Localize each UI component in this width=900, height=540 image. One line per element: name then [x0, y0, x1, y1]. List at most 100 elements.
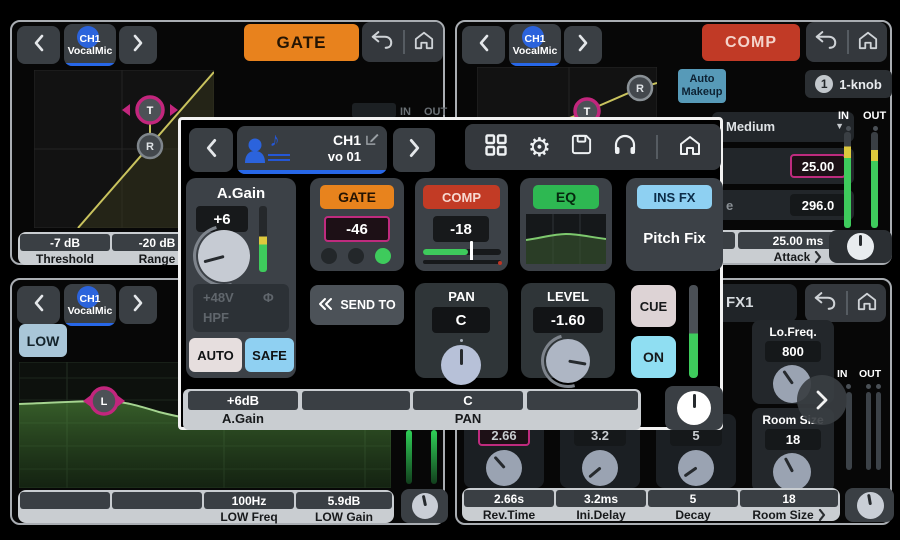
prev-channel-button[interactable]	[462, 26, 505, 64]
pan-readout[interactable]: C	[413, 391, 523, 410]
threshold-handle[interactable]: T	[137, 97, 163, 123]
send-to-button[interactable]: SEND TO	[310, 285, 404, 325]
phase-icon[interactable]: Φ	[263, 290, 274, 305]
chevron-right-icon	[818, 509, 826, 521]
svg-text:T: T	[147, 105, 154, 117]
eq-button[interactable]: EQ	[533, 185, 599, 209]
chevron-left-icon	[205, 138, 218, 163]
level-knob[interactable]	[546, 339, 590, 383]
save-icon[interactable]	[570, 133, 593, 161]
gate-on-button[interactable]: GATE	[244, 24, 359, 61]
next-channel-button[interactable]	[564, 26, 602, 64]
level-value[interactable]: -1.60	[533, 307, 603, 333]
low-freq-value[interactable]: 100Hz	[204, 492, 294, 509]
eq-band-low-button[interactable]: LOW	[19, 324, 67, 357]
chevron-left-icon	[33, 294, 45, 317]
eq-low-handle[interactable]: L	[91, 388, 117, 414]
pan-center-dot	[460, 339, 463, 342]
comp-button[interactable]: COMP	[423, 185, 500, 209]
again-knob[interactable]	[198, 230, 250, 282]
touch-knob-button[interactable]	[401, 489, 448, 523]
comp-param1-value[interactable]: 25.00	[790, 154, 846, 178]
staff-line-icon	[268, 159, 290, 161]
one-knob-badge-icon: 1	[815, 75, 833, 93]
home-icon[interactable]	[678, 134, 702, 161]
readout-4[interactable]	[527, 391, 638, 410]
gate-button[interactable]: GATE	[320, 185, 394, 209]
channel-subname: VocalMic	[68, 305, 113, 317]
undo-icon[interactable]	[813, 290, 837, 316]
channel-select-button[interactable]: CH1 VocalMic	[64, 284, 116, 326]
prev-channel-button[interactable]	[17, 286, 60, 324]
next-page-button[interactable]	[797, 375, 847, 425]
auto-gain-button[interactable]: AUTO	[189, 338, 242, 372]
next-channel-button[interactable]	[119, 26, 157, 64]
prev-channel-button[interactable]	[17, 26, 60, 64]
comp-type-dropdown[interactable]: Medium ▼	[712, 112, 854, 142]
lofreq-value[interactable]: 800	[765, 341, 821, 362]
pan-knob[interactable]	[441, 345, 481, 385]
comp-slider-track[interactable]	[423, 249, 501, 255]
hpf-button[interactable]: HPF	[203, 310, 229, 325]
divider	[656, 135, 658, 159]
again-label: A.Gain	[186, 185, 296, 202]
revtime-knob[interactable]	[486, 450, 522, 486]
param2-value[interactable]	[112, 492, 202, 509]
touch-knob-button[interactable]	[845, 488, 894, 522]
roomsize-value[interactable]: 18	[765, 429, 821, 450]
nav-group	[806, 22, 887, 62]
roomsize-readout[interactable]: 18	[740, 490, 838, 507]
inidelay-readout[interactable]: 3.2ms	[556, 490, 646, 507]
param1-value[interactable]	[20, 492, 110, 509]
pan-value[interactable]: C	[432, 307, 490, 333]
decay-readout[interactable]: 5	[648, 490, 738, 507]
comp-ratio-handle[interactable]: R	[628, 76, 652, 100]
again-readout[interactable]: +6dB	[188, 391, 298, 410]
home-icon[interactable]	[857, 30, 879, 55]
touch-knob-button[interactable]	[829, 230, 892, 263]
gear-icon[interactable]: ⚙	[528, 134, 551, 160]
edit-icon[interactable]	[366, 132, 379, 150]
decay-knob[interactable]	[678, 450, 714, 486]
insfx-button[interactable]: INS FX	[637, 185, 712, 209]
readout-2[interactable]	[302, 391, 410, 410]
undo-icon[interactable]	[814, 29, 838, 55]
channel-select-button[interactable]: CH1 VocalMic	[64, 24, 116, 66]
channel-name: CH1	[79, 33, 100, 45]
comp-red-dot	[498, 261, 502, 265]
touch-knob-button[interactable]	[665, 386, 723, 430]
comp-param2-value[interactable]: 296.0	[790, 194, 846, 216]
next-channel-button[interactable]	[393, 128, 435, 172]
prev-channel-button[interactable]	[189, 128, 233, 172]
range-handle[interactable]: R	[138, 134, 162, 158]
comp-on-button[interactable]: COMP	[702, 24, 800, 61]
auto-makeup-button[interactable]: Auto Makeup	[678, 69, 726, 103]
undo-icon[interactable]	[370, 29, 394, 55]
channel-select-button[interactable]: CH1 VocalMic	[509, 24, 561, 66]
headphones-icon[interactable]	[613, 133, 637, 161]
chevron-right-icon	[814, 251, 822, 263]
channel-name-button[interactable]: ♪ CH1 vo 01	[237, 126, 387, 174]
safe-button[interactable]: SAFE	[245, 338, 294, 372]
home-icon[interactable]	[413, 30, 435, 55]
on-button[interactable]: ON	[631, 336, 676, 378]
roomsize-knob[interactable]	[773, 453, 811, 491]
inidelay-knob[interactable]	[582, 450, 618, 486]
threshold-value[interactable]: -7 dB	[20, 234, 110, 251]
grid-view-icon[interactable]	[484, 133, 508, 162]
comp-gain-value[interactable]: -18	[433, 216, 489, 242]
meter-out-label: OUT	[863, 110, 886, 122]
next-channel-button[interactable]	[119, 286, 157, 324]
gate-threshold-value[interactable]: -46	[324, 216, 390, 242]
eq-thumbnail[interactable]	[526, 214, 606, 269]
roomsize-readout-label[interactable]: Room Size	[740, 508, 838, 522]
meter-dot	[846, 384, 851, 389]
in-meter	[406, 430, 412, 484]
cue-button[interactable]: CUE	[631, 285, 676, 327]
comp-type-value: Medium	[726, 119, 775, 134]
revtime-readout[interactable]: 2.66s	[464, 490, 554, 507]
home-icon[interactable]	[856, 291, 878, 316]
low-gain-value[interactable]: 5.9dB	[296, 492, 392, 509]
one-knob-button[interactable]: 1 1-knob	[805, 70, 892, 98]
phantom-48v-button[interactable]: +48V	[203, 290, 234, 305]
